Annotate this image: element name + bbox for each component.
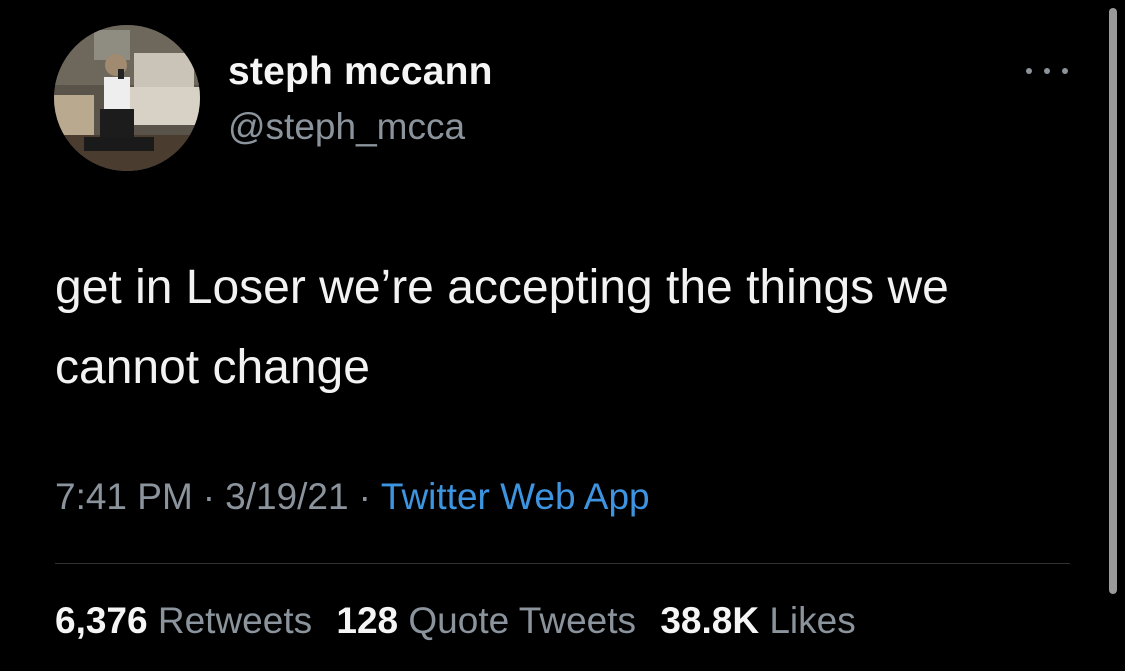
quote-tweets-label: Quote Tweets	[408, 600, 637, 641]
tweet-text: get in Loser we’re accepting the things …	[55, 261, 949, 394]
scrollbar[interactable]	[1109, 8, 1117, 594]
divider	[55, 563, 1070, 564]
tweet-stats: 6,376 Retweets 128 Quote Tweets 38.8K Li…	[55, 600, 870, 642]
more-horizontal-icon-dot	[1044, 68, 1050, 74]
likes-label: Likes	[769, 600, 856, 641]
retweets-count: 6,376	[55, 600, 148, 641]
author-display-name[interactable]: steph mccann	[228, 50, 493, 94]
tweet-time[interactable]: 7:41 PM	[55, 476, 193, 517]
tweet-source-link[interactable]: Twitter Web App	[381, 476, 650, 517]
avatar-photo	[54, 25, 200, 171]
tweet-meta: 7:41 PM · 3/19/21 · Twitter Web App	[55, 476, 650, 518]
likes-stat[interactable]: 38.8K Likes	[660, 600, 855, 641]
more-horizontal-icon-dot	[1062, 68, 1068, 74]
retweets-label: Retweets	[157, 600, 313, 641]
retweets-stat[interactable]: 6,376 Retweets	[55, 600, 312, 641]
likes-count: 38.8K	[660, 600, 760, 641]
quote-tweets-count: 128	[336, 600, 399, 641]
quote-tweets-stat[interactable]: 128 Quote Tweets	[336, 600, 636, 641]
tweet-card: steph mccann @steph_mcca get in Loser we…	[0, 0, 1125, 671]
more-options-button[interactable]	[1026, 58, 1068, 84]
tweet-date[interactable]: 3/19/21	[225, 476, 348, 517]
author-handle[interactable]: @steph_mcca	[228, 106, 465, 148]
more-horizontal-icon	[1026, 68, 1032, 74]
meta-separator: ·	[202, 476, 216, 517]
avatar[interactable]	[54, 25, 200, 171]
meta-separator: ·	[358, 476, 371, 517]
